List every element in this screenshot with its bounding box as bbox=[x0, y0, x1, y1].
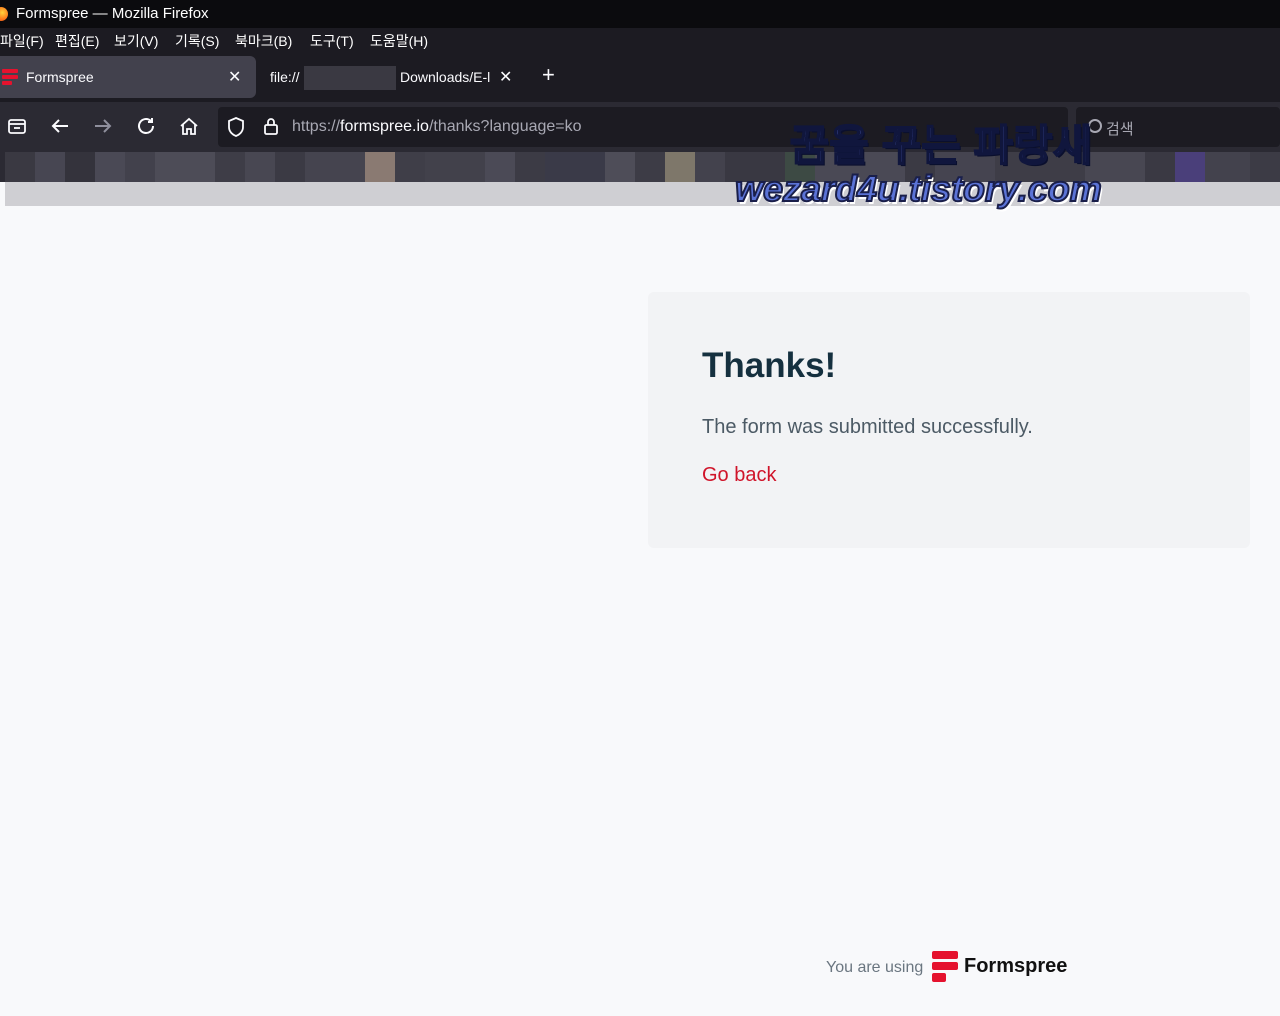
close-tab-icon[interactable]: ✕ bbox=[228, 67, 241, 87]
menu-edit[interactable]: 편집(E) bbox=[55, 31, 99, 51]
home-icon[interactable] bbox=[177, 115, 201, 139]
footer-prefix: You are using bbox=[826, 959, 924, 976]
thanks-card: Thanks! The form was submitted successfu… bbox=[648, 292, 1250, 548]
tab-label-end: Downloads/E-l bbox=[400, 69, 491, 85]
tab-label: Formspree bbox=[26, 69, 94, 85]
window-titlebar: Formspree — Mozilla Firefox bbox=[0, 0, 1280, 28]
tracking-protection-shield-icon[interactable] bbox=[226, 116, 246, 138]
window-title: Formspree — Mozilla Firefox bbox=[16, 5, 209, 22]
tab-bar: Formspree ✕ file:// Downloads/E-l ✕ + bbox=[0, 52, 1280, 102]
menu-history[interactable]: 기록(S) bbox=[175, 31, 219, 51]
menu-help[interactable]: 도움말(H) bbox=[370, 31, 428, 51]
menu-file[interactable]: 파일(F) bbox=[0, 31, 44, 51]
navigation-toolbar: https://formspree.io/thanks?language=ko … bbox=[0, 102, 1280, 152]
new-tab-icon[interactable]: + bbox=[542, 62, 555, 88]
back-arrow-icon[interactable] bbox=[48, 115, 72, 139]
firefox-icon bbox=[0, 7, 8, 21]
close-tab-icon[interactable]: ✕ bbox=[499, 67, 512, 87]
bookmarks-overflow-strip bbox=[5, 182, 1280, 206]
search-icon bbox=[1088, 119, 1102, 133]
tab-label-start: file:// bbox=[270, 69, 300, 85]
menu-bookmarks[interactable]: 북마크(B) bbox=[235, 31, 292, 51]
reload-icon[interactable] bbox=[134, 115, 158, 139]
firefox-view-icon[interactable] bbox=[5, 115, 29, 139]
url-bar[interactable]: https://formspree.io/thanks?language=ko bbox=[218, 107, 1068, 147]
success-message: The form was submitted successfully. bbox=[702, 416, 1033, 438]
menu-view[interactable]: 보기(V) bbox=[114, 31, 158, 51]
search-placeholder: 검색 bbox=[1106, 121, 1134, 138]
footer-brand[interactable]: Formspree bbox=[964, 955, 1067, 978]
tab-local-file[interactable]: file:// Downloads/E-l ✕ bbox=[256, 56, 526, 98]
menu-bar: 파일(F) 편집(E) 보기(V) 기록(S) 북마크(B) 도구(T) 도움말… bbox=[0, 28, 1280, 52]
tab-formspree[interactable]: Formspree ✕ bbox=[0, 56, 256, 98]
bookmarks-toolbar bbox=[0, 152, 1280, 182]
url-text[interactable]: https://formspree.io/thanks?language=ko bbox=[292, 118, 582, 136]
go-back-link[interactable]: Go back bbox=[702, 464, 776, 487]
footer-attribution: You are using Formspree bbox=[826, 950, 1086, 984]
menu-tools[interactable]: 도구(T) bbox=[310, 31, 354, 51]
forward-arrow-icon[interactable] bbox=[91, 115, 115, 139]
formspree-logo-icon[interactable] bbox=[930, 950, 960, 984]
search-box[interactable]: 검색 bbox=[1076, 107, 1280, 147]
formspree-favicon-icon bbox=[2, 69, 18, 85]
page-title: Thanks! bbox=[702, 346, 837, 385]
lock-icon[interactable] bbox=[262, 115, 280, 137]
redacted-area bbox=[304, 66, 396, 90]
